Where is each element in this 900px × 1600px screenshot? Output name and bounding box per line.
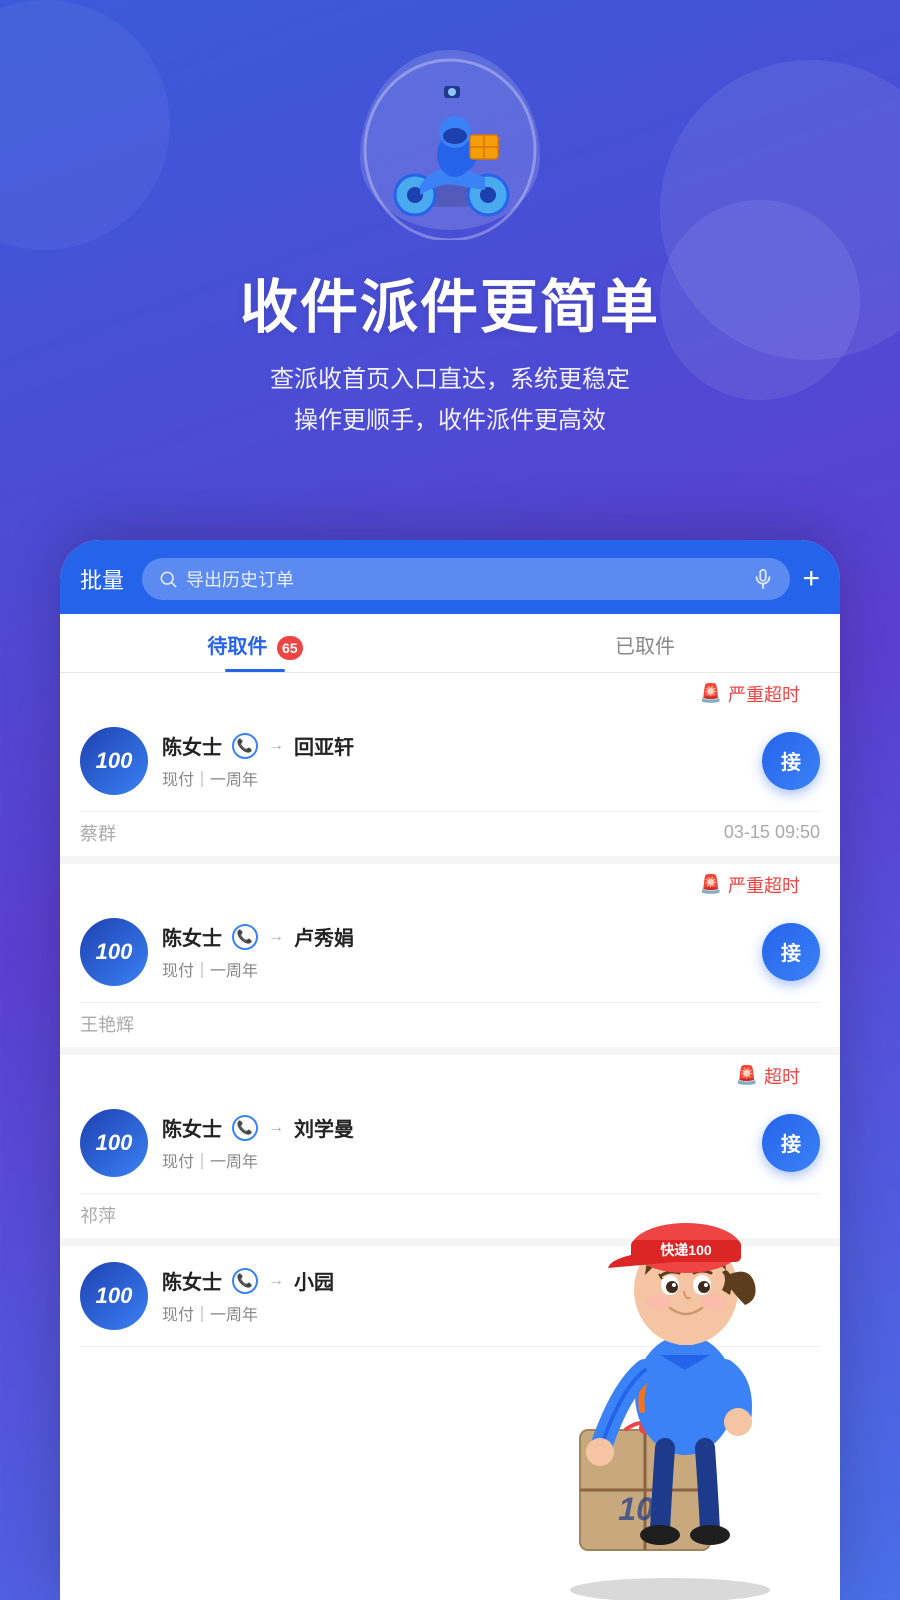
phone-icon-wrap-3[interactable]: 📞 <box>232 1115 258 1141</box>
tab-collected-label: 已取件 <box>615 636 675 658</box>
arrow-icon-4: → <box>268 1272 284 1290</box>
phone-icon-wrap-4[interactable]: 📞 <box>232 1268 258 1294</box>
voice-icon <box>752 568 774 590</box>
operator-2: 王艳辉 <box>80 1011 134 1037</box>
order-footer-3: 祁萍 <box>80 1194 820 1238</box>
arrow-icon-1: → <box>268 737 284 755</box>
order-tags-3: 现付｜一周年 <box>162 1148 748 1172</box>
order-route-1: 陈女士 📞 → 回亚轩 <box>162 731 748 760</box>
order-tags-4: 现付｜一周年 <box>162 1301 820 1325</box>
tab-pending[interactable]: 待取件 65 <box>60 614 450 672</box>
order-list: 🚨 严重超时 100 陈女士 📞 → 回亚轩 现付｜一周年 <box>60 673 840 1347</box>
logo-1: 100 <box>80 727 148 795</box>
phone-icon-1: 📞 <box>237 738 253 754</box>
logo-text-4: 100 <box>96 1283 133 1309</box>
hero-subtitle-line2: 操作更顺手，收件派件更高效 <box>294 407 606 434</box>
alert-bar-2: 🚨 严重超时 <box>80 864 820 902</box>
hero-subtitle-line1: 查派收首页入口直达，系统更稳定 <box>270 366 630 393</box>
phone-icon-wrap-1[interactable]: 📞 <box>232 733 258 759</box>
accept-label-2: 接 <box>781 937 801 966</box>
accept-btn-3[interactable]: 接 <box>762 1114 820 1172</box>
accept-label-3: 接 <box>781 1128 801 1157</box>
add-button[interactable]: + <box>802 564 820 594</box>
order-card-inner-2: 100 陈女士 📞 → 卢秀娟 现付｜一周年 接 <box>80 902 820 1003</box>
sender-1: 陈女士 <box>162 731 222 760</box>
order-info-1: 陈女士 📞 → 回亚轩 现付｜一周年 <box>162 731 748 790</box>
order-route-3: 陈女士 📞 → 刘学曼 <box>162 1113 748 1142</box>
hero-section: 收件派件更简单 查派收首页入口直达，系统更稳定 操作更顺手，收件派件更高效 <box>0 0 900 442</box>
operator-3: 祁萍 <box>80 1202 116 1228</box>
order-card-1: 🚨 严重超时 100 陈女士 📞 → 回亚轩 现付｜一周年 <box>60 673 840 856</box>
sender-2: 陈女士 <box>162 922 222 951</box>
arrow-icon-3: → <box>268 1119 284 1137</box>
alert-icon-1: 🚨 <box>700 683 722 704</box>
order-card-3: 🚨 超时 100 陈女士 📞 → 刘学曼 现付｜一周年 <box>60 1055 840 1238</box>
hero-title: 收件派件更简单 <box>0 260 900 344</box>
accept-btn-2[interactable]: 接 <box>762 923 820 981</box>
svg-text:100: 100 <box>618 1491 672 1527</box>
tab-pending-label: 待取件 <box>207 636 267 658</box>
logo-2: 100 <box>80 918 148 986</box>
tabs-row: 待取件 65 已取件 <box>60 614 840 673</box>
receiver-3: 刘学曼 <box>294 1113 354 1142</box>
hero-illustration <box>340 30 560 250</box>
phone-mockup: 批量 导出历史订单 + 待取件 65 已取件 <box>60 540 840 1600</box>
order-route-4: 陈女士 📞 → 小园 <box>162 1266 820 1295</box>
phone-icon-3: 📞 <box>237 1120 253 1136</box>
search-bar[interactable]: 导出历史订单 <box>142 558 790 600</box>
phone-icon-4: 📞 <box>237 1273 253 1289</box>
receiver-2: 卢秀娟 <box>294 922 354 951</box>
order-route-2: 陈女士 📞 → 卢秀娟 <box>162 922 748 951</box>
logo-3: 100 <box>80 1109 148 1177</box>
phone-icon-2: 📞 <box>237 929 253 945</box>
order-footer-2: 王艳辉 <box>80 1003 820 1047</box>
arrow-icon-2: → <box>268 928 284 946</box>
alert-bar-1: 🚨 严重超时 <box>80 673 820 711</box>
phone-icon-wrap-2[interactable]: 📞 <box>232 924 258 950</box>
receiver-4: 小园 <box>294 1266 334 1295</box>
order-info-4: 陈女士 📞 → 小园 现付｜一周年 <box>162 1266 820 1325</box>
receiver-1: 回亚轩 <box>294 731 354 760</box>
app-header: 批量 导出历史订单 + <box>60 540 840 614</box>
order-card-2: 🚨 严重超时 100 陈女士 📞 → 卢秀娟 现付｜一周年 <box>60 864 840 1047</box>
tab-pending-badge: 65 <box>277 636 303 660</box>
order-card-inner-4: 100 陈女士 📞 → 小园 现付｜一周年 <box>80 1246 820 1347</box>
time-1: 03-15 09:50 <box>724 822 820 843</box>
order-info-3: 陈女士 📞 → 刘学曼 现付｜一周年 <box>162 1113 748 1172</box>
logo-4: 100 <box>80 1262 148 1330</box>
search-icon <box>158 569 178 589</box>
order-info-2: 陈女士 📞 → 卢秀娟 现付｜一周年 <box>162 922 748 981</box>
order-card-inner-3: 100 陈女士 📞 → 刘学曼 现付｜一周年 接 <box>80 1093 820 1194</box>
accept-btn-1[interactable]: 接 <box>762 732 820 790</box>
search-placeholder: 导出历史订单 <box>186 566 744 592</box>
alert-icon-3: 🚨 <box>736 1065 758 1086</box>
sender-3: 陈女士 <box>162 1113 222 1142</box>
alert-icon-2: 🚨 <box>700 874 722 895</box>
batch-button[interactable]: 批量 <box>80 563 130 595</box>
logo-text-3: 100 <box>96 1130 133 1156</box>
operator-1: 蔡群 <box>80 820 116 846</box>
hero-subtitle: 查派收首页入口直达，系统更稳定 操作更顺手，收件派件更高效 <box>0 360 900 442</box>
alert-text-3: 超时 <box>764 1063 800 1089</box>
tab-collected[interactable]: 已取件 <box>450 614 840 672</box>
alert-text-2: 严重超时 <box>728 872 800 898</box>
sender-4: 陈女士 <box>162 1266 222 1295</box>
logo-text-2: 100 <box>96 939 133 965</box>
order-tags-1: 现付｜一周年 <box>162 766 748 790</box>
delivery-moto-icon <box>340 40 560 240</box>
alert-text-1: 严重超时 <box>728 681 800 707</box>
order-footer-1: 蔡群 03-15 09:50 <box>80 812 820 856</box>
logo-text-1: 100 <box>96 748 133 774</box>
order-tags-2: 现付｜一周年 <box>162 957 748 981</box>
order-card-inner-1: 100 陈女士 📞 → 回亚轩 现付｜一周年 接 <box>80 711 820 812</box>
accept-label-1: 接 <box>781 746 801 775</box>
order-card-4: 100 陈女士 📞 → 小园 现付｜一周年 <box>60 1246 840 1347</box>
alert-bar-3: 🚨 超时 <box>80 1055 820 1093</box>
